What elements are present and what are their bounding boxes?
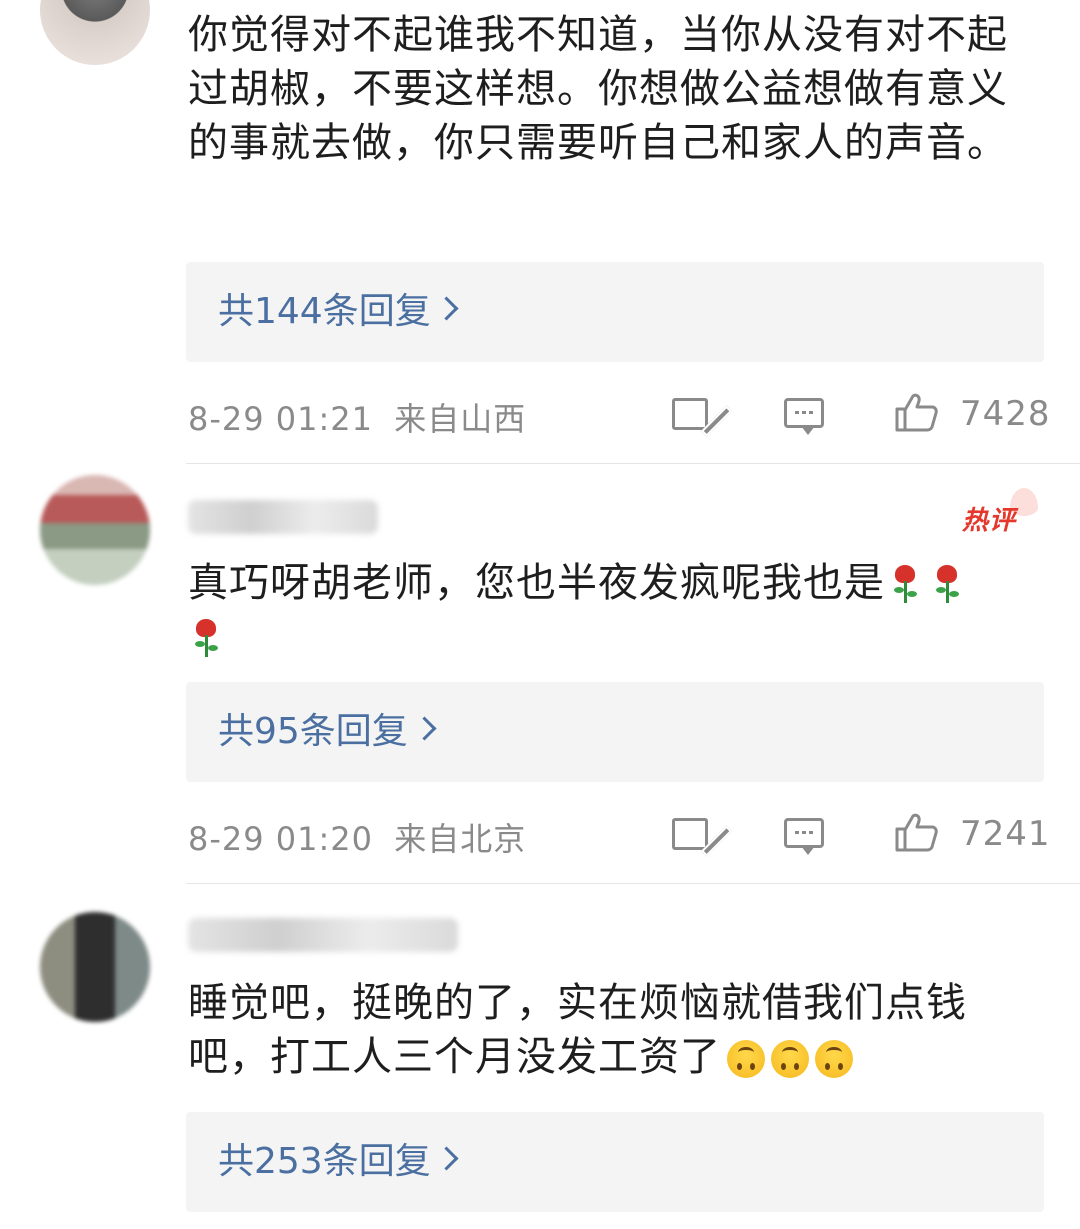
username[interactable]: [188, 918, 458, 952]
comment-icon[interactable]: [784, 398, 824, 435]
replies-button[interactable]: 共253条回复: [186, 1112, 1044, 1212]
rose-emoji: [192, 619, 220, 659]
rose-emoji: [891, 565, 919, 605]
edit-icon[interactable]: [672, 818, 708, 850]
rose-emoji: [933, 565, 961, 605]
comment-item: 你觉得对不起谁我不知道，当你从没有对不起过胡椒，不要这样想。你想做公益想做有意义…: [0, 0, 1080, 460]
upside-down-face-emoji: [815, 1040, 853, 1078]
hot-comment-badge: 热评: [962, 488, 1038, 540]
avatar[interactable]: [40, 475, 150, 585]
chevron-right-icon: [434, 1146, 459, 1171]
comment-location: 来自北京: [394, 820, 527, 858]
comment-time: 8-29 01:21: [188, 400, 374, 438]
avatar[interactable]: [40, 0, 150, 65]
upside-down-face-emoji: [727, 1040, 765, 1078]
divider: [186, 883, 1080, 884]
comment-time: 8-29 01:20: [188, 820, 374, 858]
divider: [186, 463, 1080, 464]
replies-button[interactable]: 共95条回复: [186, 682, 1044, 782]
comment-meta: 8-29 01:21 来自山西: [188, 394, 526, 440]
thumbs-up-icon[interactable]: [894, 392, 938, 432]
replies-label: 共144条回复: [218, 291, 431, 332]
like-count: 7241: [960, 814, 1051, 854]
comment-text: 睡觉吧，挺晚的了，实在烦恼就借我们点钱吧，打工人三个月没发工资了: [188, 976, 1048, 1084]
comment-meta: 8-29 01:20 来自北京: [188, 814, 526, 860]
replies-label: 共95条回复: [218, 711, 408, 752]
like-count: 7428: [960, 394, 1051, 434]
comment-icon[interactable]: [784, 818, 824, 855]
edit-icon[interactable]: [672, 398, 708, 430]
chevron-right-icon: [412, 716, 437, 741]
replies-button[interactable]: 共144条回复: [186, 262, 1044, 362]
replies-label: 共253条回复: [218, 1141, 431, 1182]
hot-badge-label: 热评: [962, 506, 1017, 536]
comment-text-body: 真巧呀胡老师，您也半夜发疯呢我也是: [188, 560, 885, 606]
comment-text: 真巧呀胡老师，您也半夜发疯呢我也是: [188, 556, 1048, 664]
comment-location: 来自山西: [394, 400, 527, 438]
comment-text: 你觉得对不起谁我不知道，当你从没有对不起过胡椒，不要这样想。你想做公益想做有意义…: [188, 12, 1008, 166]
chevron-right-icon: [434, 296, 459, 321]
thumbs-up-icon[interactable]: [894, 812, 938, 852]
upside-down-face-emoji: [771, 1040, 809, 1078]
avatar[interactable]: [40, 912, 150, 1022]
username[interactable]: [188, 500, 378, 534]
